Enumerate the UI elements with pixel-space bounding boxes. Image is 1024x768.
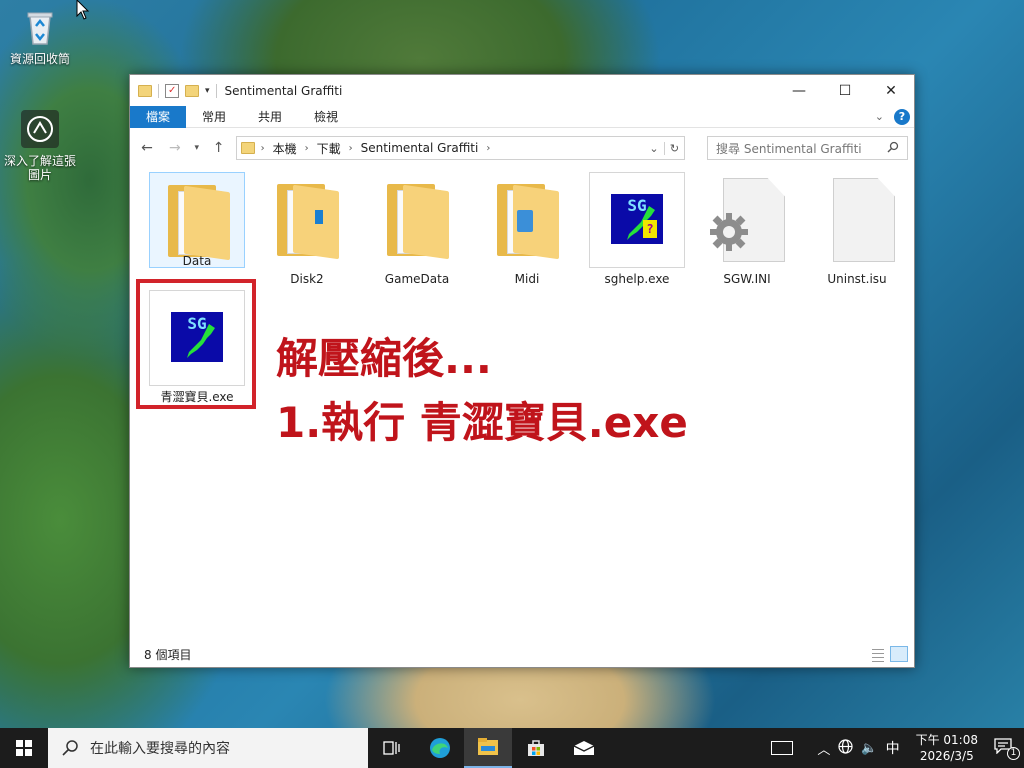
file-item-data-folder[interactable]: Data	[144, 172, 250, 268]
clock[interactable]: 下午 01:08 2026/3/5	[916, 732, 978, 764]
details-view-icon[interactable]	[868, 646, 886, 662]
breadcrumb-current-folder[interactable]: Sentimental Graffiti	[361, 141, 479, 155]
chevron-right-icon[interactable]: ›	[261, 143, 265, 154]
annotation-line-2: 1.執行 青澀寶貝.exe	[276, 398, 688, 447]
music-folder-icon	[479, 172, 575, 268]
help-icon[interactable]: ?	[894, 108, 910, 125]
file-explorer-taskbar-icon[interactable]	[464, 728, 512, 768]
forward-arrow-icon[interactable]: →	[164, 140, 186, 156]
search-placeholder: 在此輸入要搜尋的內容	[90, 741, 230, 757]
breadcrumb-this-pc[interactable]: 本機	[273, 140, 297, 157]
gear-icon	[710, 213, 748, 251]
window-title: Sentimental Graffiti	[224, 83, 343, 98]
camera-info-icon	[19, 108, 61, 150]
file-item-sgw-ini[interactable]: SGW.INI	[694, 172, 800, 286]
file-name: Data	[182, 254, 212, 268]
taskbar-search-input[interactable]: 在此輸入要搜尋的內容	[48, 728, 368, 768]
file-name: Midi	[514, 272, 540, 286]
expand-ribbon-icon[interactable]: ⌄	[875, 110, 884, 123]
file-name: Disk2	[290, 272, 324, 286]
breadcrumb-downloads[interactable]: 下載	[317, 140, 341, 157]
taskbar: 在此輸入要搜尋的內容 ︿ 🔈 中 下午 01:08 2026/3/5 1	[0, 728, 1024, 768]
chevron-right-icon[interactable]: ›	[305, 143, 309, 154]
back-arrow-icon[interactable]: ←	[136, 140, 158, 156]
chevron-up-icon[interactable]: ︿	[817, 739, 830, 758]
highlight-box	[136, 279, 256, 409]
network-globe-icon[interactable]	[838, 738, 854, 758]
file-item-disk2-folder[interactable]: Disk2	[254, 172, 360, 286]
mouse-cursor-icon	[76, 0, 90, 20]
notification-count-badge: 1	[1007, 747, 1020, 760]
mail-icon[interactable]	[560, 728, 608, 768]
file-name: SGW.INI	[723, 272, 771, 286]
ribbon-tabs: 檔案 常用 共用 檢視 ⌄ ?	[130, 105, 914, 128]
address-dropdown-icon[interactable]: ⌄	[644, 142, 664, 155]
settings-file-icon	[699, 172, 795, 268]
new-folder-icon[interactable]	[185, 84, 199, 97]
file-item-sghelp-exe[interactable]: SG ? sghelp.exe	[584, 172, 690, 286]
recycle-bin-icon	[19, 6, 61, 48]
file-item-gamedata-folder[interactable]: GameData	[364, 172, 470, 286]
title-bar[interactable]: ✓ ▾ Sentimental Graffiti — ☐ ✕	[130, 75, 914, 106]
tab-share[interactable]: 共用	[242, 106, 298, 128]
up-arrow-icon[interactable]: ↑	[208, 140, 230, 156]
file-item-midi-folder[interactable]: Midi	[474, 172, 580, 286]
file-item-uninst-isu[interactable]: Uninst.isu	[804, 172, 910, 286]
chevron-right-icon[interactable]: ›	[349, 143, 353, 154]
recent-locations-icon[interactable]: ▾	[192, 143, 202, 153]
ime-indicator[interactable]: 中	[886, 738, 900, 758]
refresh-icon[interactable]: ↻	[664, 141, 684, 155]
tab-file[interactable]: 檔案	[130, 105, 187, 128]
microsoft-store-icon[interactable]	[512, 728, 560, 768]
news-widget-icon[interactable]	[771, 741, 794, 755]
properties-icon[interactable]: ✓	[165, 83, 179, 98]
search-placeholder: 搜尋 Sentimental Graffiti	[716, 141, 862, 156]
desktop-icon-label: 深入了解這張圖片	[3, 154, 76, 182]
file-name: GameData	[384, 272, 450, 286]
notification-center-icon[interactable]: 1	[994, 738, 1020, 760]
file-name: Uninst.isu	[827, 272, 887, 286]
navigation-bar: ← → ▾ ↑ › 本機 › 下載 › Sentimental Graffiti…	[130, 128, 914, 168]
folder-icon	[240, 142, 255, 154]
status-bar: 8 個項目	[130, 641, 914, 667]
task-view-icon[interactable]	[368, 728, 416, 768]
close-button[interactable]: ✕	[868, 75, 914, 106]
address-bar[interactable]: › 本機 › 下載 › Sentimental Graffiti › ⌄ ↻	[235, 136, 686, 160]
quick-access-toolbar: ✓ ▾	[138, 83, 217, 98]
annotation-line-1: 解壓縮後...	[276, 334, 492, 383]
desktop-icon-label: 資源回收筒	[9, 52, 70, 66]
maximize-button[interactable]: ☐	[822, 75, 868, 106]
search-icon	[887, 141, 899, 156]
edge-browser-icon[interactable]	[416, 728, 464, 768]
search-icon	[62, 740, 78, 756]
search-input[interactable]: 搜尋 Sentimental Graffiti	[707, 136, 908, 160]
item-count: 8 個項目	[144, 647, 192, 662]
folder-icon	[138, 84, 152, 97]
desktop-icon-recycle-bin[interactable]: 資源回收筒	[2, 6, 78, 66]
folder-icon	[259, 172, 355, 268]
volume-icon[interactable]: 🔈	[861, 741, 877, 756]
tab-home[interactable]: 常用	[186, 106, 242, 128]
customize-toolbar-icon[interactable]: ▾	[205, 86, 210, 96]
sg-help-app-icon: SG ?	[589, 172, 685, 268]
tab-view[interactable]: 檢視	[298, 106, 354, 128]
minimize-button[interactable]: —	[776, 75, 822, 106]
system-tray: ︿ 🔈 中 下午 01:08 2026/3/5 1	[771, 728, 1024, 768]
generic-file-icon	[809, 172, 905, 268]
file-name: sghelp.exe	[604, 272, 670, 286]
clock-date: 2026/3/5	[919, 749, 974, 763]
folder-icon	[369, 172, 465, 268]
large-icons-view-icon[interactable]	[890, 646, 908, 662]
clock-time: 下午 01:08	[915, 733, 978, 747]
start-button[interactable]	[0, 728, 48, 768]
windows-logo-icon	[16, 740, 32, 756]
desktop-icon-learn-about-picture[interactable]: 深入了解這張圖片	[2, 108, 78, 182]
chevron-right-icon[interactable]: ›	[486, 143, 490, 154]
